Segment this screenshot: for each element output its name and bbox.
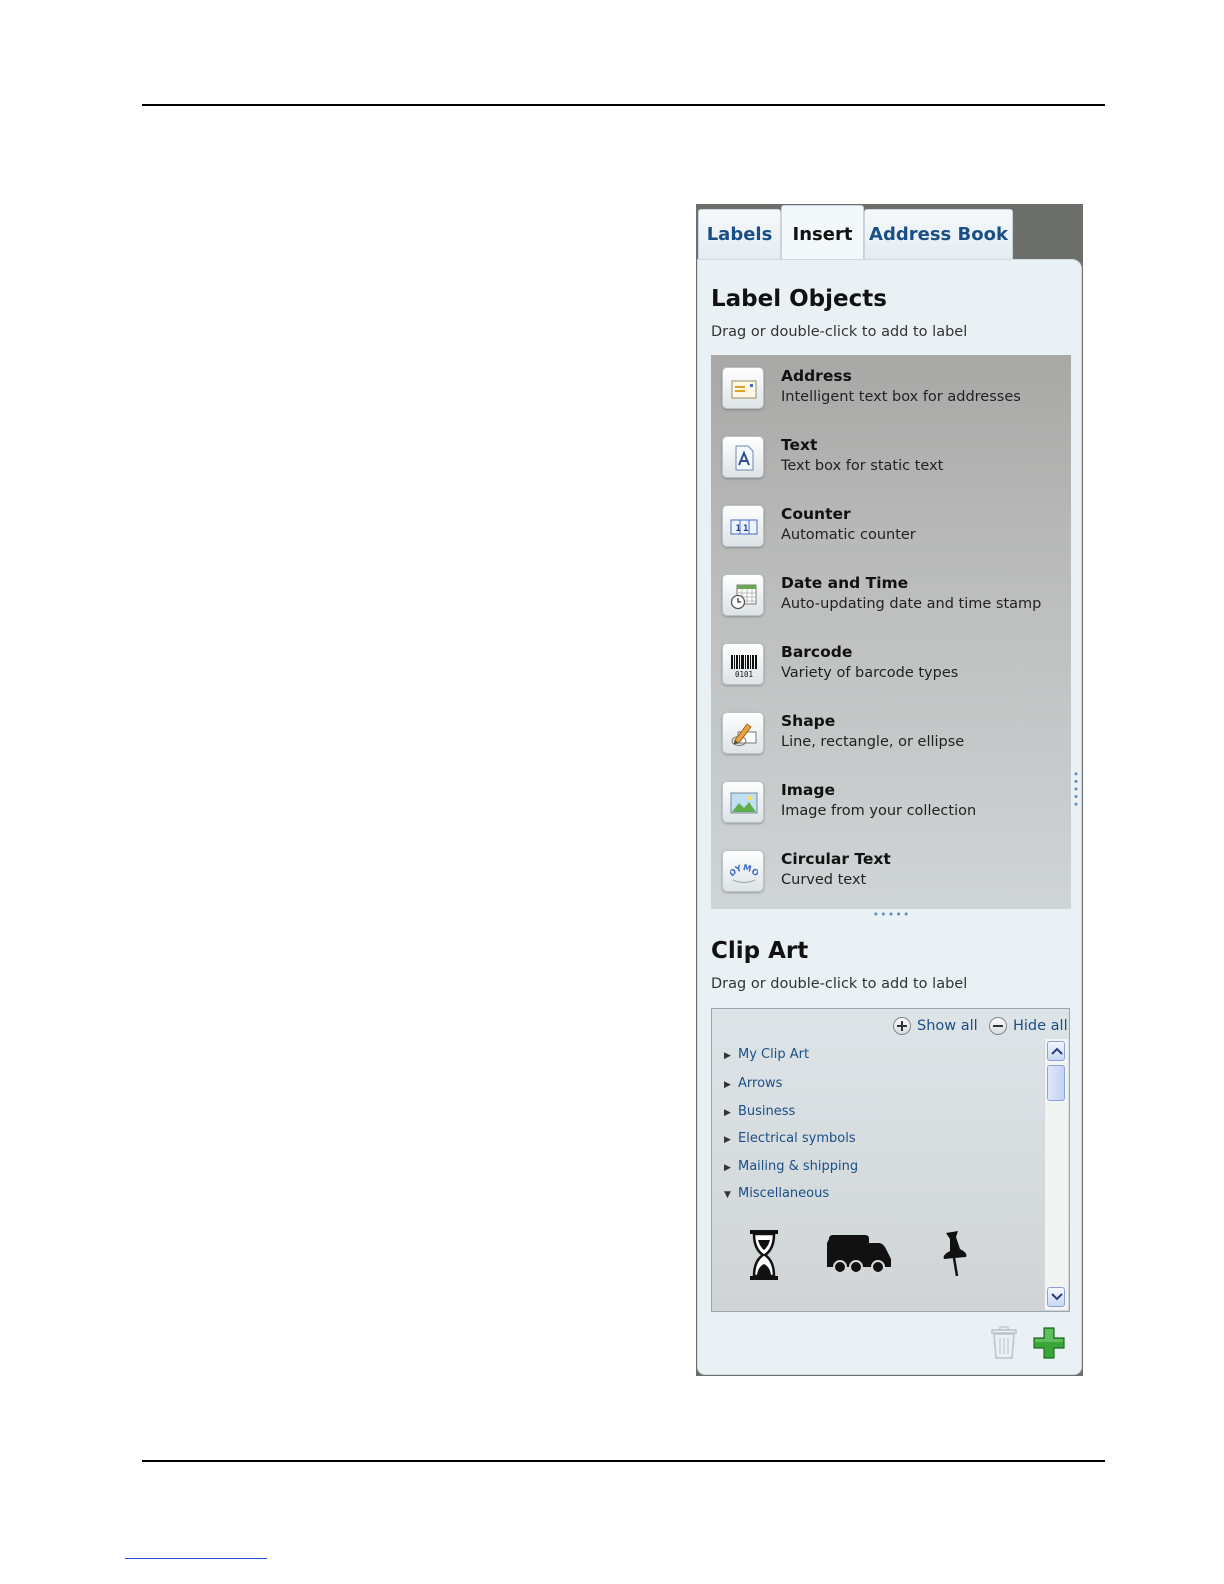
- tab-address-book[interactable]: Address Book: [864, 209, 1013, 259]
- category-business[interactable]: ▶ Business: [724, 1104, 795, 1119]
- label-objects-list: Address Intelligent text box for address…: [711, 355, 1071, 909]
- category-label: Mailing & shipping: [738, 1159, 859, 1174]
- object-name: Shape: [781, 712, 836, 730]
- category-label: Miscellaneous: [738, 1186, 830, 1201]
- expand-arrow-icon: ▶: [724, 1163, 731, 1173]
- scroll-thumb[interactable]: [1047, 1065, 1065, 1101]
- label-object-shape[interactable]: Shape Line, rectangle, or ellipse: [711, 702, 1071, 771]
- curved-text-icon: DYMO: [722, 850, 764, 892]
- picture-icon: [722, 781, 764, 823]
- panel-resize-handle[interactable]: [1074, 770, 1078, 808]
- scroll-down-button[interactable]: [1047, 1287, 1065, 1307]
- curved-text-sample: DYMO: [730, 863, 758, 879]
- clip-art-title: Clip Art: [711, 938, 809, 964]
- insert-panel: Labels Address Book Insert Label Objects…: [696, 204, 1083, 1376]
- category-mailing-shipping[interactable]: ▶ Mailing & shipping: [724, 1159, 858, 1174]
- category-label: Arrows: [738, 1076, 783, 1091]
- label-object-image[interactable]: Image Image from your collection: [711, 771, 1071, 840]
- object-name: Circular Text: [781, 850, 891, 868]
- tab-labels[interactable]: Labels: [698, 209, 781, 259]
- category-miscellaneous[interactable]: ▼ Miscellaneous: [724, 1186, 829, 1201]
- tab-bar: Labels Address Book Insert: [696, 204, 1083, 261]
- clip-art-subtitle: Drag or double-click to add to label: [711, 976, 968, 992]
- expand-arrow-icon: ▶: [724, 1135, 731, 1145]
- panel-body: Label Objects Drag or double-click to ad…: [697, 259, 1082, 1375]
- hourglass-icon[interactable]: [746, 1229, 782, 1285]
- label-object-counter[interactable]: 1 1 Counter Automatic counter: [711, 495, 1071, 564]
- section-splitter-handle[interactable]: [872, 912, 910, 916]
- expand-arrow-icon: ▶: [724, 1080, 731, 1090]
- hide-all-link[interactable]: Hide all: [1013, 1018, 1068, 1034]
- svg-text:DYMO: DYMO: [730, 863, 758, 879]
- text-icon: [722, 436, 764, 478]
- minus-circle-icon[interactable]: [989, 1017, 1007, 1035]
- category-label: My Clip Art: [738, 1047, 810, 1062]
- address-icon: [722, 367, 764, 409]
- category-arrows[interactable]: ▶ Arrows: [724, 1076, 782, 1091]
- calendar-clock-icon: [722, 574, 764, 616]
- barcode-digits: 0101: [735, 670, 753, 679]
- object-name: Barcode: [781, 643, 853, 661]
- object-desc: Line, rectangle, or ellipse: [781, 734, 965, 750]
- label-object-address[interactable]: Address Intelligent text box for address…: [711, 357, 1071, 426]
- object-desc: Image from your collection: [781, 803, 977, 819]
- object-desc: Intelligent text box for addresses: [781, 389, 1021, 405]
- show-all-link[interactable]: Show all: [917, 1018, 978, 1034]
- expand-arrow-icon: ▶: [724, 1108, 731, 1118]
- label-object-circular-text[interactable]: DYMO Circular Text Curved text: [711, 840, 1071, 909]
- scroll-up-button[interactable]: [1047, 1041, 1065, 1061]
- label-object-text[interactable]: Text Text box for static text: [711, 426, 1071, 495]
- object-desc: Curved text: [781, 872, 867, 888]
- category-label: Business: [738, 1104, 796, 1119]
- collapse-arrow-icon: ▼: [724, 1190, 731, 1200]
- object-desc: Auto-updating date and time stamp: [781, 596, 1042, 612]
- label-objects-subtitle: Drag or double-click to add to label: [711, 324, 968, 340]
- object-name: Image: [781, 781, 835, 799]
- plus-circle-icon[interactable]: [893, 1017, 911, 1035]
- category-electrical-symbols[interactable]: ▶ Electrical symbols: [724, 1131, 856, 1146]
- svg-text:1: 1: [743, 524, 748, 534]
- category-my-clip-art[interactable]: ▶ My Clip Art: [724, 1047, 809, 1062]
- pushpin-icon[interactable]: [938, 1229, 972, 1283]
- add-plus-icon[interactable]: [1032, 1326, 1066, 1364]
- object-name: Text: [781, 436, 818, 454]
- footnote-link-underline: [125, 1558, 267, 1559]
- object-desc: Text box for static text: [781, 458, 944, 474]
- svg-text:1: 1: [736, 524, 741, 534]
- label-object-barcode[interactable]: 0101 Barcode Variety of barcode types: [711, 633, 1071, 702]
- tab-insert[interactable]: Insert: [781, 205, 864, 261]
- object-name: Address: [781, 367, 852, 385]
- category-label: Electrical symbols: [738, 1131, 856, 1146]
- counter-icon: 1 1: [722, 505, 764, 547]
- delete-trash-icon[interactable]: [990, 1326, 1018, 1364]
- pencil-shape-icon: [722, 712, 764, 754]
- footer-rule: [142, 1460, 1105, 1462]
- barcode-icon: 0101: [722, 643, 764, 685]
- object-desc: Automatic counter: [781, 527, 916, 543]
- object-desc: Variety of barcode types: [781, 665, 959, 681]
- expand-arrow-icon: ▶: [724, 1051, 731, 1061]
- label-objects-title: Label Objects: [711, 286, 887, 312]
- object-name: Date and Time: [781, 574, 909, 592]
- truck-icon[interactable]: [825, 1233, 893, 1279]
- label-object-date-time[interactable]: Date and Time Auto-updating date and tim…: [711, 564, 1071, 633]
- clip-art-scrollbar[interactable]: [1044, 1039, 1068, 1310]
- header-rule: [142, 104, 1105, 106]
- object-name: Counter: [781, 505, 851, 523]
- clip-art-browser: Show all Hide all ▶ My Clip Art ▶ Arrows ▶…: [711, 1008, 1070, 1312]
